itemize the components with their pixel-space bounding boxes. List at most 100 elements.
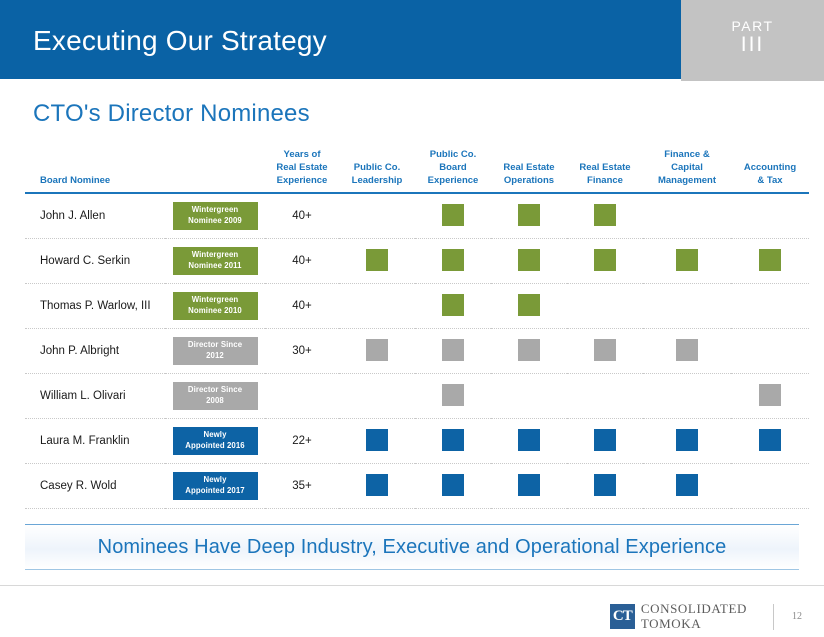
company-logo: CT CONSOLIDATED TOMOKA — [609, 600, 747, 631]
status-badge-line-2: Appointed 2017 — [185, 485, 245, 495]
qualification-marker — [676, 428, 698, 451]
qualification-cell — [731, 328, 809, 375]
qualification-cell — [643, 373, 731, 420]
qualification-marker — [366, 338, 388, 361]
status-badge-line-1: Wintergreen — [191, 250, 239, 260]
part-label: PART — [731, 17, 774, 34]
qualification-marker-empty — [366, 294, 388, 316]
column-header-real-estate-finance: Real Estate Finance — [567, 148, 643, 195]
qualification-cell — [567, 238, 643, 285]
qualification-marker-empty — [676, 204, 698, 226]
qualification-marker-empty — [594, 384, 616, 406]
status-badge-line-2: Nominee 2010 — [188, 305, 242, 315]
logo-text-line-1: CONSOLIDATED — [640, 600, 747, 616]
qualification-cell — [491, 418, 567, 465]
status-badge: Wintergreen Nominee 2010 — [172, 292, 258, 321]
qualification-marker — [759, 248, 781, 271]
qualification-cell — [731, 238, 809, 285]
qualification-marker — [366, 473, 388, 496]
qualification-marker — [518, 428, 540, 451]
years-line-2: Real Estate — [276, 161, 328, 173]
qualification-marker — [594, 338, 616, 361]
page-title: Executing Our Strategy — [33, 24, 327, 56]
part-indicator: PART III — [681, 0, 824, 81]
table-row: John P. Albright Director Since 2012 30+ — [25, 328, 809, 375]
qualification-cell — [339, 418, 415, 465]
qualification-cell — [643, 283, 731, 330]
table-row: Laura M. Franklin Newly Appointed 2016 22+ — [25, 418, 809, 465]
status-badge-line-2: 2008 — [206, 395, 224, 405]
logo-text: CONSOLIDATED TOMOKA — [640, 600, 747, 631]
status-badge-line-2: Nominee 2009 — [188, 215, 242, 225]
qualification-cell — [567, 373, 643, 420]
qualification-cell — [567, 283, 643, 330]
qualification-marker-empty — [759, 294, 781, 316]
leadership-line-1: Public Co. — [353, 161, 401, 173]
qualification-marker-empty — [676, 294, 698, 316]
qualification-cell — [643, 418, 731, 465]
summary-banner: Nominees Have Deep Industry, Executive a… — [25, 524, 799, 570]
qualification-marker — [594, 473, 616, 496]
status-badge: Newly Appointed 2016 — [172, 427, 258, 456]
nominee-badge-cell: Wintergreen Nominee 2009 — [165, 193, 265, 240]
qualification-marker — [594, 428, 616, 451]
accounting-line-2: & Tax — [757, 174, 783, 186]
nominee-badge-cell: Director Since 2012 — [165, 328, 265, 375]
qualification-cell — [491, 193, 567, 240]
status-badge-line-2: 2012 — [206, 350, 224, 360]
qualification-cell — [415, 193, 491, 240]
years-experience-value: 40+ — [265, 283, 339, 330]
years-experience-value — [265, 373, 339, 420]
status-badge-line-2: Appointed 2016 — [185, 440, 245, 450]
qualification-marker — [594, 248, 616, 271]
qualification-marker-empty — [518, 384, 540, 406]
qualification-marker — [442, 428, 464, 451]
qualification-marker — [366, 248, 388, 271]
finance-line-2: Finance — [587, 174, 623, 186]
nominee-name: Casey R. Wold — [25, 463, 165, 510]
nominee-name: John J. Allen — [25, 193, 165, 240]
years-line-1: Years of — [283, 149, 321, 160]
status-badge-line-2: Nominee 2011 — [188, 260, 242, 270]
qualification-cell — [415, 238, 491, 285]
status-badge-line-1: Newly — [203, 430, 227, 440]
nominee-badge-cell: Newly Appointed 2016 — [165, 418, 265, 465]
years-line-3: Experience — [276, 174, 328, 186]
finance-line-1: Real Estate — [579, 161, 631, 173]
column-header-board-nominee: Board Nominee — [25, 148, 165, 195]
board-line-1: Public Co. — [429, 149, 477, 160]
table-row: Casey R. Wold Newly Appointed 2017 35+ — [25, 463, 809, 510]
accounting-line-1: Accounting — [743, 161, 797, 173]
column-header-accounting-tax: Accounting & Tax — [731, 148, 809, 195]
qualification-cell — [643, 238, 731, 285]
qualification-cell — [567, 463, 643, 510]
qualification-marker-empty — [759, 204, 781, 226]
qualification-marker-empty — [366, 204, 388, 226]
qualification-cell — [731, 463, 809, 510]
table-row: John J. Allen Wintergreen Nominee 2009 40+ — [25, 193, 809, 240]
years-experience-value: 40+ — [265, 193, 339, 240]
nominee-name: Laura M. Franklin — [25, 418, 165, 465]
column-header-public-co-leadership: Public Co. Leadership — [339, 148, 415, 195]
qualification-cell — [567, 193, 643, 240]
qualification-marker-empty — [759, 474, 781, 496]
table-row: William L. Olivari Director Since 2008 — [25, 373, 809, 420]
column-header-years: Years of Real Estate Experience — [265, 148, 339, 195]
nominee-badge-cell: Wintergreen Nominee 2010 — [165, 283, 265, 330]
qualification-marker — [442, 338, 464, 361]
qualification-cell — [643, 328, 731, 375]
qualification-cell — [339, 373, 415, 420]
qualification-marker — [594, 203, 616, 226]
qualification-marker — [442, 248, 464, 271]
qualification-marker — [676, 338, 698, 361]
logo-text-line-2: TOMOKA — [640, 615, 702, 631]
status-badge-line-1: Wintergreen — [191, 295, 239, 305]
qualification-cell — [491, 373, 567, 420]
table-header-row: Board Nominee Years of Real Estate Exper… — [25, 148, 809, 195]
qualification-marker — [518, 473, 540, 496]
capital-line-1: Finance & — [664, 149, 710, 160]
qualification-cell — [339, 283, 415, 330]
page-number: 12 — [792, 611, 802, 622]
footer-divider — [0, 585, 824, 586]
status-badge-line-1: Newly — [203, 475, 227, 485]
